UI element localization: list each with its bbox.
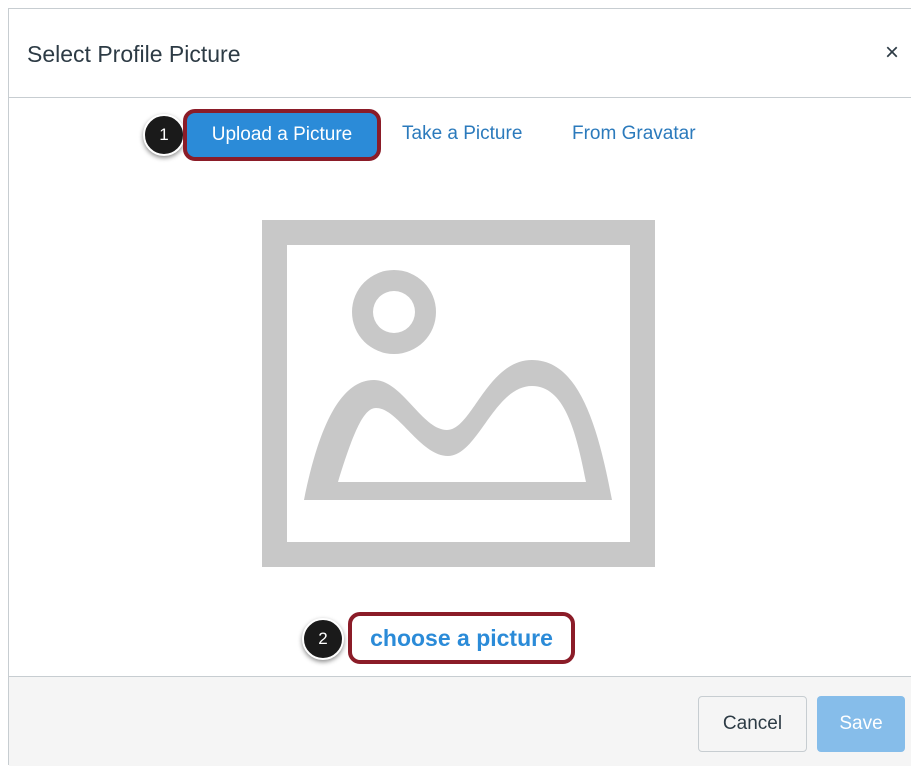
- close-icon[interactable]: ×: [885, 41, 899, 65]
- tab-upload-picture[interactable]: Upload a Picture: [183, 109, 381, 161]
- tab-take-picture[interactable]: Take a Picture: [402, 123, 522, 145]
- picture-source-tabs: 1 Upload a Picture Take a Picture From G…: [9, 109, 911, 161]
- cancel-button[interactable]: Cancel: [698, 696, 807, 752]
- dialog-footer: Cancel Save: [9, 676, 911, 766]
- save-button[interactable]: Save: [817, 696, 905, 752]
- choose-picture-link[interactable]: choose a picture: [370, 625, 553, 652]
- choose-picture-highlight: choose a picture: [348, 612, 575, 664]
- dialog-title: Select Profile Picture: [27, 41, 241, 67]
- dialog-header: Select Profile Picture ×: [9, 9, 911, 98]
- callout-badge-2: 2: [302, 618, 344, 660]
- tab-from-gravatar[interactable]: From Gravatar: [572, 123, 696, 145]
- select-profile-picture-dialog: Select Profile Picture × 1 Upload a Pict…: [8, 8, 911, 766]
- callout-badge-1: 1: [143, 114, 185, 156]
- image-placeholder-icon: [262, 220, 655, 567]
